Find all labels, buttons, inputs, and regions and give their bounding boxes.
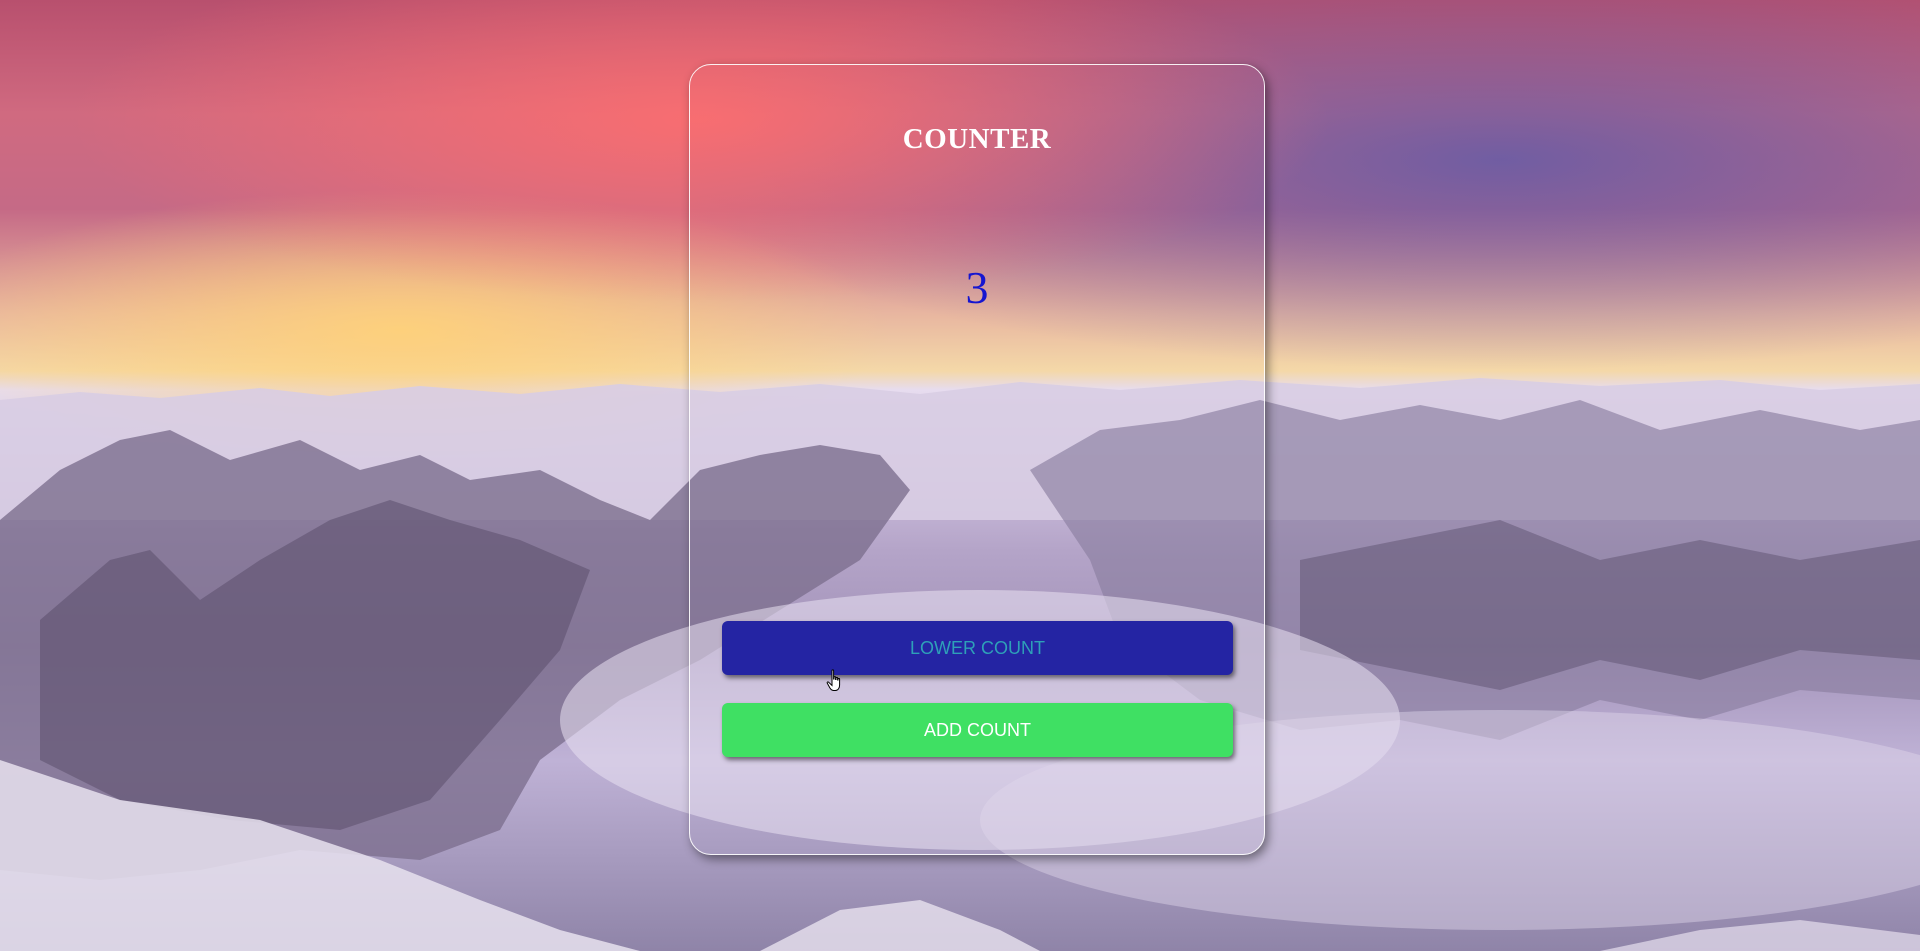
count-display: 3 [965,262,989,313]
counter-title: COUNTER [902,123,1052,155]
lower-count-button[interactable]: LOWER COUNT [722,621,1233,675]
add-count-button[interactable]: ADD COUNT [722,703,1233,757]
counter-card: COUNTER 3 LOWER COUNT ADD COUNT [689,64,1265,855]
hand-pointer-icon [826,669,841,691]
